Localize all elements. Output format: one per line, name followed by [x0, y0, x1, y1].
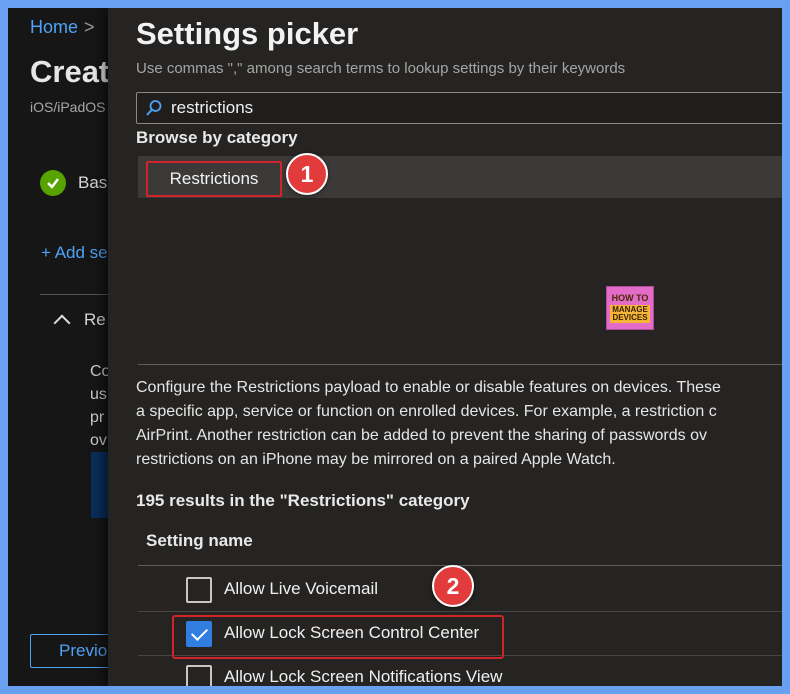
wizard-step-basics[interactable]: Bas [40, 170, 107, 196]
description-line: AirPrint. Another restriction can be add… [136, 427, 707, 444]
watermark-text: DEVICES [612, 313, 648, 322]
checkmark-icon [40, 170, 66, 196]
chevron-up-icon [53, 314, 71, 332]
watermark-text: HOW TO [611, 293, 649, 303]
app-frame: Home > Creat iOS/iPadOS Bas + Add se Re C… [8, 8, 782, 686]
setting-checkbox[interactable] [186, 577, 212, 603]
panel-title: Settings picker [136, 16, 359, 51]
page-title: Creat [30, 54, 110, 89]
breadcrumb-home-link[interactable]: Home [30, 17, 78, 37]
callout-badge-1: 1 [286, 153, 328, 195]
section-label: Re [84, 310, 106, 329]
section-header-restrictions[interactable]: Re [53, 310, 106, 332]
search-hint: Use commas "," among search terms to loo… [136, 60, 626, 77]
watermark-box: MANAGE DEVICES [610, 305, 650, 323]
divider [138, 364, 782, 365]
setting-label: Allow Live Voicemail [224, 579, 379, 598]
callout-badge-2: 2 [432, 565, 474, 607]
page-subtitle: iOS/iPadOS [30, 99, 106, 115]
breadcrumb: Home > [30, 17, 95, 38]
category-description: Configure the Restrictions payload to en… [136, 376, 782, 472]
description-line: a specific app, service or function on e… [136, 403, 717, 420]
search-input[interactable] [171, 98, 751, 118]
category-restrictions[interactable]: Restrictions [146, 161, 282, 197]
background-page: Home > Creat iOS/iPadOS Bas + Add se Re C… [8, 8, 120, 686]
breadcrumb-separator: > [84, 17, 95, 37]
setting-checkbox-checked[interactable] [186, 621, 212, 647]
setting-label: Allow Lock Screen Notifications View [224, 667, 503, 686]
setting-row[interactable]: Allow Lock Screen Control Center [138, 612, 782, 656]
description-line: restrictions on an iPhone may be mirrore… [136, 451, 616, 468]
search-icon [145, 99, 163, 117]
column-header-setting-name[interactable]: Setting name [146, 531, 253, 551]
add-settings-link[interactable]: + Add se [41, 243, 108, 263]
results-count: 195 results in the "Restrictions" catego… [136, 491, 470, 510]
search-box[interactable] [136, 92, 782, 124]
browse-by-category-heading: Browse by category [136, 128, 298, 147]
wizard-step-label: Bas [78, 173, 108, 192]
watermark-logo: HOW TO MANAGE DEVICES [606, 286, 654, 330]
settings-picker-panel: Settings picker Use commas "," among sea… [108, 8, 782, 686]
setting-label: Allow Lock Screen Control Center [224, 623, 480, 642]
previous-button[interactable]: Previo [30, 634, 120, 668]
description-line: Configure the Restrictions payload to en… [136, 379, 721, 396]
setting-checkbox[interactable] [186, 665, 212, 686]
setting-row[interactable]: Allow Lock Screen Notifications View [138, 656, 782, 686]
